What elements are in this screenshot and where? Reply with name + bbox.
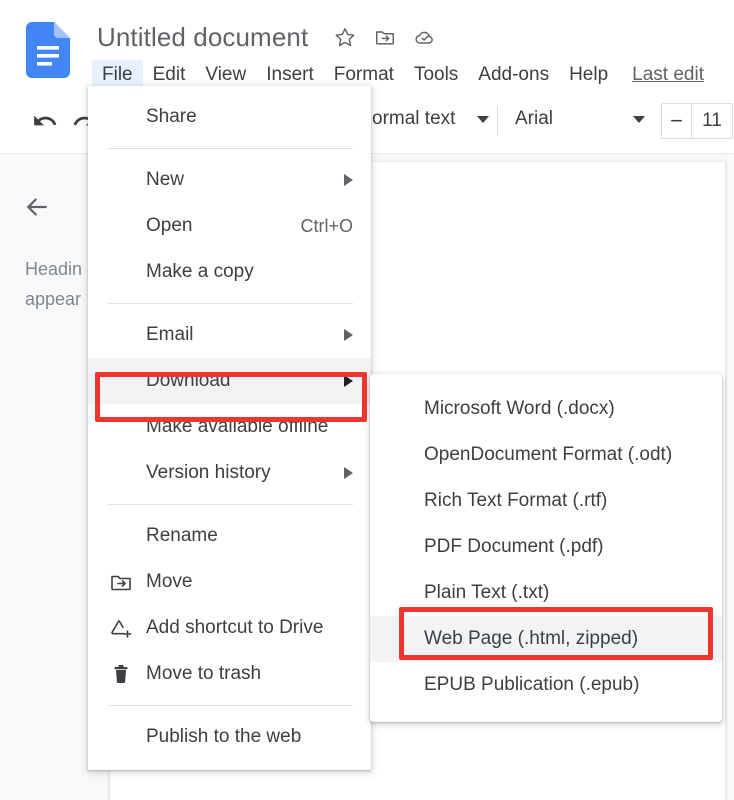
menu-item-icon-slot (108, 368, 134, 394)
menu-item-icon-slot (108, 460, 134, 486)
file-menu-item-share[interactable]: Share (88, 94, 371, 140)
file-menu-item-label: Make available offline (146, 416, 353, 438)
file-menu-dropdown: Share New Open Ctrl+O Make a copy Email Downlo… (88, 86, 371, 770)
file-menu-item-label: Open (146, 215, 288, 237)
last-edit-link[interactable]: Last edit (632, 64, 704, 86)
download-option-label: Microsoft Word (.docx) (424, 398, 615, 420)
menu-separator (108, 504, 353, 505)
file-menu-item-label: Rename (146, 525, 353, 547)
menu-tools[interactable]: Tools (404, 60, 468, 90)
download-option-label: Web Page (.html, zipped) (424, 628, 638, 650)
download-submenu: Microsoft Word (.docx) OpenDocument Forma… (370, 374, 722, 722)
file-menu-item-label: Email (146, 324, 332, 346)
download-option-opendocument-format-odt[interactable]: OpenDocument Format (.odt) (370, 432, 722, 478)
trash-icon (108, 661, 134, 687)
toolbar-divider (497, 106, 498, 136)
cloud-saved-icon[interactable] (414, 26, 436, 48)
file-menu-item-label: Move (146, 571, 353, 593)
menu-item-icon-slot (108, 104, 134, 130)
undo-icon[interactable] (32, 108, 58, 134)
submenu-arrow-icon (344, 375, 353, 387)
menu-item-icon-slot (108, 167, 134, 193)
star-icon[interactable] (334, 26, 356, 48)
file-menu-item-move[interactable]: Move (88, 559, 371, 605)
file-menu-item-version-history[interactable]: Version history (88, 450, 371, 496)
move-to-folder-icon[interactable] (374, 26, 396, 48)
download-option-label: Rich Text Format (.rtf) (424, 490, 607, 512)
download-option-web-page-html-zipped[interactable]: Web Page (.html, zipped) (370, 616, 722, 662)
document-title[interactable]: Untitled document (97, 22, 308, 53)
outline-empty-line-1: Headin (25, 254, 95, 284)
decrease-font-size-button[interactable]: − (662, 104, 692, 138)
google-docs-window: Headin appear ormal text Arial − (0, 0, 734, 800)
submenu-arrow-icon (344, 329, 353, 341)
submenu-arrow-icon (344, 174, 353, 186)
download-option-pdf-document-pdf[interactable]: PDF Document (.pdf) (370, 524, 722, 570)
download-option-label: OpenDocument Format (.odt) (424, 444, 672, 466)
google-docs-logo[interactable] (26, 22, 70, 78)
menu-separator (108, 148, 353, 149)
file-menu-item-open[interactable]: Open Ctrl+O (88, 203, 371, 249)
file-menu-item-label: Share (146, 106, 353, 128)
move-folder-icon (108, 569, 134, 595)
file-menu-item-shortcut: Ctrl+O (300, 216, 353, 237)
app-header: Untitled document (0, 0, 734, 92)
file-menu-item-email[interactable]: Email (88, 312, 371, 358)
menu-separator (108, 705, 353, 706)
menu-item-icon-slot (108, 414, 134, 440)
file-menu-item-label: Download (146, 370, 332, 392)
menu-help[interactable]: Help (559, 60, 618, 90)
file-menu-item-label: Version history (146, 462, 332, 484)
file-menu-item-label: New (146, 169, 332, 191)
font-size-value[interactable]: 11 (692, 104, 732, 138)
font-family-dropdown[interactable]: Arial (515, 108, 645, 130)
document-title-icons (334, 26, 436, 48)
document-title-row: Untitled document (97, 16, 436, 58)
menu-item-icon-slot (108, 322, 134, 348)
submenu-arrow-icon (344, 467, 353, 479)
file-menu-item-label: Publish to the web (146, 726, 353, 748)
download-option-microsoft-word-docx[interactable]: Microsoft Word (.docx) (370, 386, 722, 432)
file-menu-item-label: Make a copy (146, 261, 353, 283)
back-arrow-icon[interactable] (22, 192, 52, 222)
download-option-label: Plain Text (.txt) (424, 582, 549, 604)
file-menu-item-label: Add shortcut to Drive (146, 617, 353, 639)
chevron-down-icon (633, 116, 645, 123)
download-option-label: PDF Document (.pdf) (424, 536, 604, 558)
paragraph-style-dropdown[interactable]: ormal text (372, 108, 489, 130)
file-menu-item-download[interactable]: Download (88, 358, 371, 404)
file-menu-item-make-a-copy[interactable]: Make a copy (88, 249, 371, 295)
outline-empty-text: Headin appear (25, 254, 95, 314)
chevron-down-icon (477, 116, 489, 123)
file-menu-item-make-available-offline[interactable]: Make available offline (88, 404, 371, 450)
font-family-label: Arial (515, 108, 553, 130)
outline-empty-line-2: appear (25, 284, 95, 314)
file-menu-item-publish-to-the-web[interactable]: Publish to the web (88, 714, 371, 760)
menu-separator (108, 303, 353, 304)
document-outline-panel: Headin appear (0, 154, 88, 800)
menu-item-icon-slot (108, 523, 134, 549)
download-option-epub-publication-epub[interactable]: EPUB Publication (.epub) (370, 662, 722, 708)
file-menu-item-rename[interactable]: Rename (88, 513, 371, 559)
menu-item-icon-slot (108, 259, 134, 285)
add-shortcut-icon (108, 615, 134, 641)
file-menu-item-add-shortcut-to-drive[interactable]: Add shortcut to Drive (88, 605, 371, 651)
file-menu-item-new[interactable]: New (88, 157, 371, 203)
menu-add-ons[interactable]: Add-ons (468, 60, 559, 90)
file-menu-item-label: Move to trash (146, 663, 353, 685)
file-menu-item-move-to-trash[interactable]: Move to trash (88, 651, 371, 697)
font-size-stepper[interactable]: − 11 (661, 103, 733, 139)
download-option-rich-text-format-rtf[interactable]: Rich Text Format (.rtf) (370, 478, 722, 524)
menu-item-icon-slot (108, 213, 134, 239)
menu-item-icon-slot (108, 724, 134, 750)
download-option-label: EPUB Publication (.epub) (424, 674, 639, 696)
paragraph-style-label: ormal text (372, 108, 455, 130)
download-option-plain-text-txt[interactable]: Plain Text (.txt) (370, 570, 722, 616)
